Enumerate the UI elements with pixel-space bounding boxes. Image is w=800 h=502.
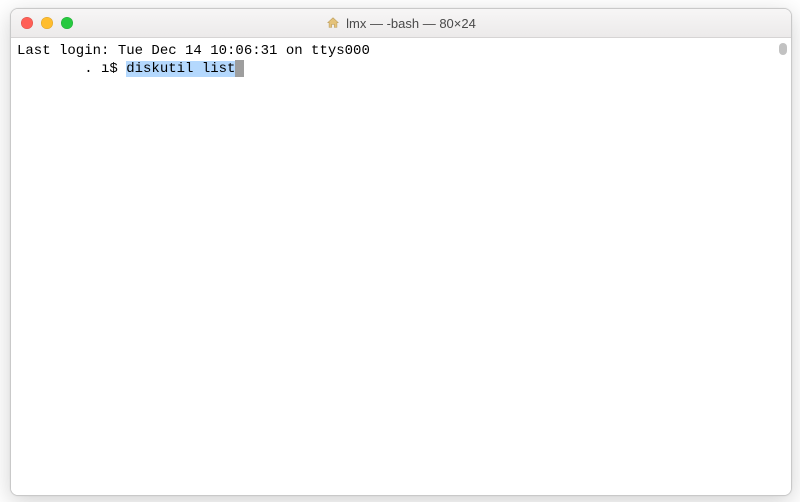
terminal-window: lmx — -bash — 80×24 Last login: Tue Dec … (10, 8, 792, 496)
window-title: lmx — -bash — 80×24 (11, 16, 791, 31)
minimize-icon[interactable] (41, 17, 53, 29)
home-icon (326, 16, 340, 30)
command-text: diskutil list (126, 61, 235, 77)
login-line: Last login: Tue Dec 14 10:06:31 on ttys0… (17, 42, 785, 60)
cursor (235, 60, 244, 77)
scrollbar-thumb[interactable] (779, 43, 787, 55)
terminal-content[interactable]: Last login: Tue Dec 14 10:06:31 on ttys0… (11, 38, 791, 495)
window-title-text: lmx — -bash — 80×24 (346, 16, 476, 31)
titlebar[interactable]: lmx — -bash — 80×24 (11, 9, 791, 38)
prompt-prefix: . ı$ (17, 61, 126, 77)
window-controls (11, 17, 73, 29)
prompt-line: . ı$ diskutil list (17, 60, 785, 78)
scrollbar[interactable] (775, 37, 791, 495)
close-icon[interactable] (21, 17, 33, 29)
zoom-icon[interactable] (61, 17, 73, 29)
